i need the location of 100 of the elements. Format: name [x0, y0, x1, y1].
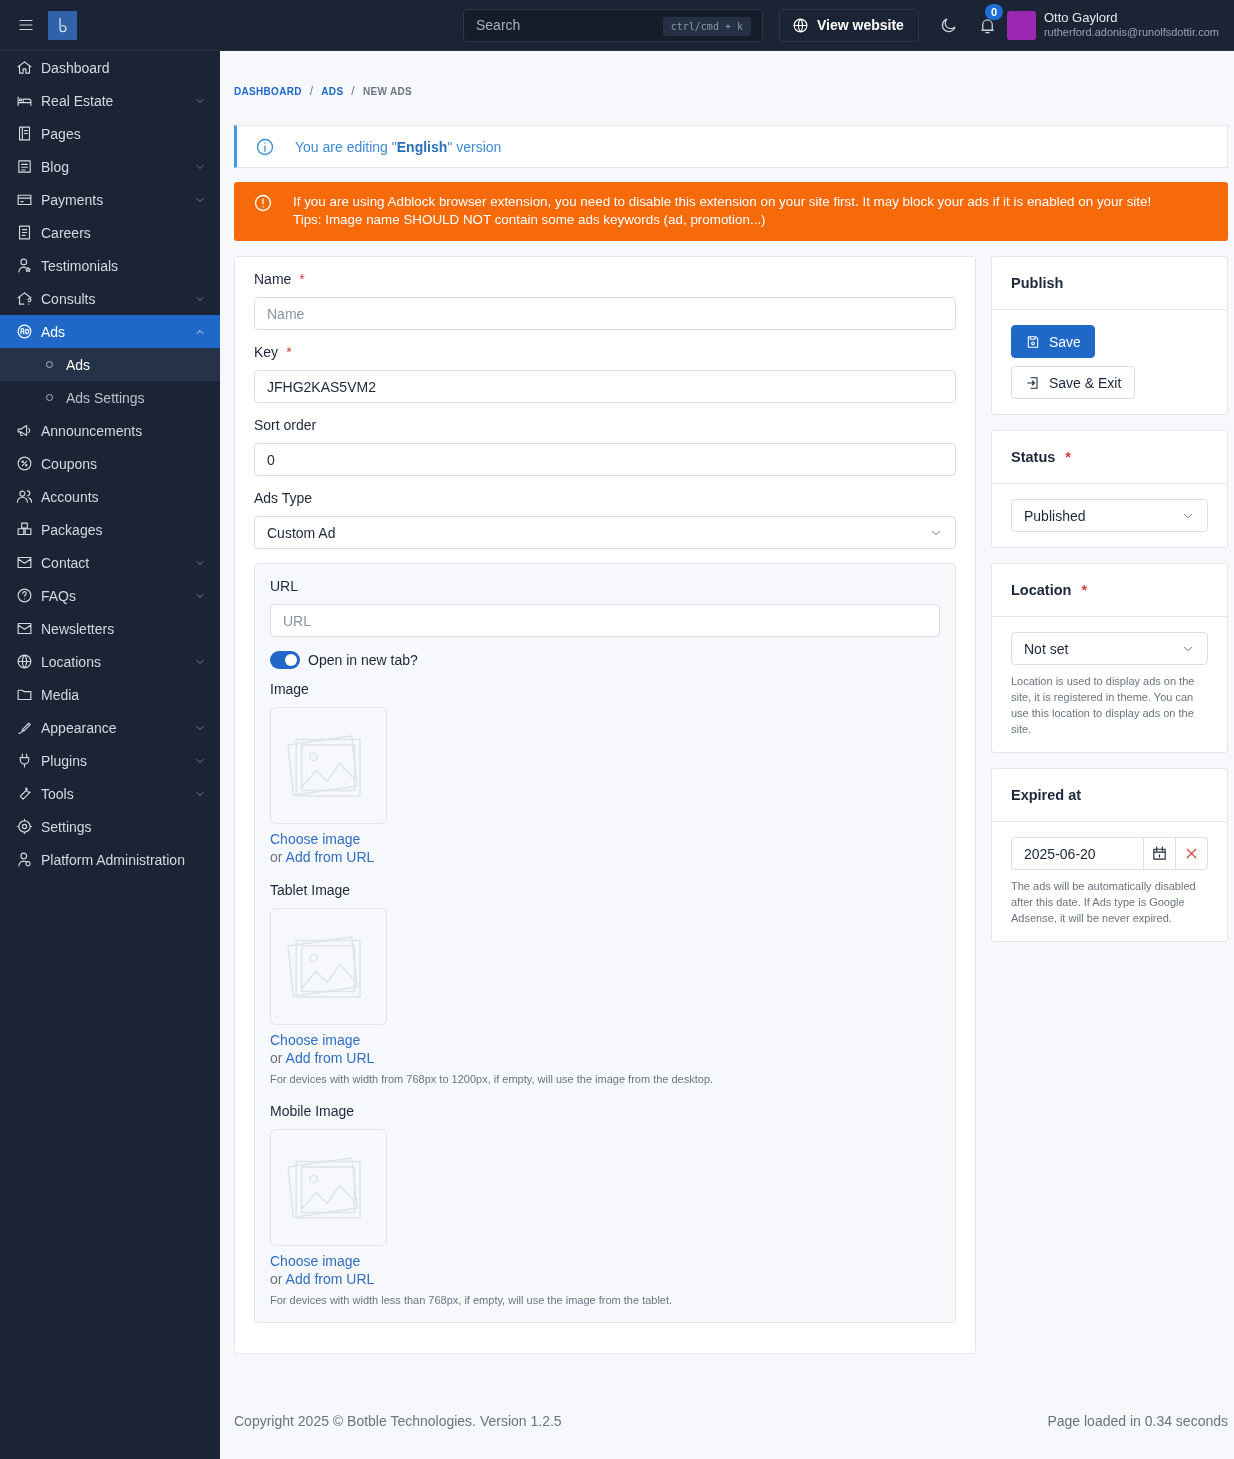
view-website-button[interactable]: View website: [779, 8, 919, 42]
calendar-icon[interactable]: [1144, 837, 1176, 870]
breadcrumb-current: NEW ADS: [363, 85, 412, 97]
load-time-text: Page loaded in 0.34 seconds: [1047, 1413, 1228, 1429]
floppy-icon: [1025, 333, 1041, 350]
field-label: Tablet Image: [270, 882, 351, 898]
choose-image-link[interactable]: Choose image: [270, 1031, 361, 1049]
add-from-url-link[interactable]: Add from URL: [285, 1050, 375, 1066]
megaphone-icon: [16, 422, 33, 439]
mail-icon: [16, 554, 33, 571]
select-field[interactable]: Published: [1011, 499, 1208, 532]
card-title: Location: [1011, 582, 1072, 598]
or-text: or: [270, 1050, 283, 1066]
field-label: Sort order: [254, 417, 317, 433]
logo-icon[interactable]: [48, 10, 77, 40]
avatar[interactable]: [1006, 10, 1036, 40]
help-icon: [16, 587, 33, 604]
sidebar-item[interactable]: Real Estate: [0, 84, 220, 117]
field-label: Name: [254, 271, 292, 287]
user-icon: [16, 257, 33, 274]
sidebar-item[interactable]: Announcements: [0, 414, 220, 447]
sidebar-item[interactable]: Media: [0, 678, 220, 711]
breadcrumb-separator: /: [351, 84, 355, 98]
or-text: or: [270, 849, 283, 865]
toggle-switch[interactable]: [270, 651, 300, 669]
home-icon: [16, 59, 33, 76]
warning-message: Tips: Image name SHOULD NOT contain some ads keywords (ad, promotion...): [293, 211, 767, 229]
document-icon: [16, 224, 33, 241]
notification-count: 0: [984, 3, 1004, 20]
sidebar-item[interactable]: Newsletters: [0, 612, 220, 645]
sidebar-item[interactable]: Locations: [0, 645, 220, 678]
sidebar-item[interactable]: Careers: [0, 216, 220, 249]
percent-icon: [16, 455, 33, 472]
sidebar-item[interactable]: Dashboard: [0, 51, 220, 84]
date-field[interactable]: 2025-06-20: [1011, 837, 1144, 870]
sidebar-item[interactable]: Platform Administration: [0, 843, 220, 876]
input-field[interactable]: JFHG2KAS5VM2: [254, 370, 956, 403]
required-mark: *: [1065, 449, 1071, 465]
sidebar-item[interactable]: Appearance: [0, 711, 220, 744]
help-text: For devices with width from 768px to 1200px, if empty, will use the image from the desktop.: [270, 1072, 714, 1087]
info-icon: [255, 136, 275, 157]
breadcrumb-separator: /: [309, 84, 314, 98]
sidebar-item[interactable]: Coupons: [0, 447, 220, 480]
info-message: You are editing "English" version: [295, 138, 502, 155]
select-field[interactable]: Custom Ad: [254, 516, 956, 549]
sidebar-item[interactable]: Pages: [0, 117, 220, 150]
help-text: For devices with width less than 768px, if empty, will use the image from the tablet.: [270, 1293, 673, 1308]
list-icon: [16, 158, 33, 175]
sidebar-item[interactable]: Tools: [0, 777, 220, 810]
input-field[interactable]: 0: [254, 443, 956, 476]
sidebar-item[interactable]: Plugins: [0, 744, 220, 777]
card-title: Status: [1011, 449, 1056, 465]
user-email: rutherford.adonis@runolfsdottir.com: [1043, 25, 1219, 40]
settings-icon: [16, 818, 33, 835]
sidebar-item[interactable]: Accounts: [0, 480, 220, 513]
sidebar-item[interactable]: Settings: [0, 810, 220, 843]
help-text: Location is used to display ads on the site, it is registered in theme. You can use this location to display ads on the site.: [1011, 674, 1196, 737]
save-exit-button[interactable]: Save & Exit: [1011, 366, 1136, 399]
help-text: The ads will be automatically disabled after this date. If Ads type is Google Adsense, it will be never expired.: [1011, 879, 1197, 926]
input-field[interactable]: URL: [270, 604, 940, 637]
sidebar-subitem[interactable]: Ads: [0, 348, 220, 381]
boxes-icon: [16, 521, 33, 538]
user-icon: [16, 851, 33, 868]
field-label: Ads Type: [254, 490, 313, 506]
or-text: or: [270, 1271, 283, 1287]
mail-icon: [16, 620, 33, 637]
book-icon: [16, 125, 33, 142]
users-icon: [16, 488, 33, 505]
sidebar-item[interactable]: Payments: [0, 183, 220, 216]
sidebar-item[interactable]: FAQs: [0, 579, 220, 612]
breadcrumb-link[interactable]: DASHBOARD: [234, 85, 302, 97]
sidebar-subitem[interactable]: Ads Settings: [0, 381, 220, 414]
choose-image-link[interactable]: Choose image: [270, 830, 361, 848]
save-button[interactable]: Save: [1011, 325, 1095, 358]
globe-icon: [16, 653, 33, 670]
add-from-url-link[interactable]: Add from URL: [285, 849, 375, 865]
breadcrumb-link[interactable]: ADS: [321, 85, 344, 97]
sidebar-item[interactable]: Ads: [0, 315, 220, 348]
home-icon: [16, 290, 33, 307]
field-label: URL: [270, 578, 298, 594]
warning-message: If you are using Adblock browser extension, you need to disable this extension on your site first. It may block your ads if it is enabled on your site!: [293, 193, 1152, 211]
exit-icon: [1025, 374, 1041, 391]
card-title: Expired at: [1011, 787, 1082, 803]
sidebar-item[interactable]: Testimonials: [0, 249, 220, 282]
field-label: Key: [254, 344, 279, 360]
required-mark: *: [299, 271, 305, 287]
toggle-label: Open in new tab?: [308, 652, 418, 668]
sidebar-item[interactable]: Consults: [0, 282, 220, 315]
sidebar-item[interactable]: Packages: [0, 513, 220, 546]
sidebar-item[interactable]: Blog: [0, 150, 220, 183]
select-field[interactable]: Not set: [1011, 632, 1208, 665]
sidebar-item[interactable]: Contact: [0, 546, 220, 579]
input-field[interactable]: Name: [254, 297, 956, 330]
required-mark: *: [1081, 582, 1088, 598]
add-from-url-link[interactable]: Add from URL: [285, 1271, 375, 1287]
globe-icon: [792, 16, 809, 34]
alert-icon: [253, 193, 273, 213]
choose-image-link[interactable]: Choose image: [270, 1252, 361, 1270]
card-title: Publish: [1011, 275, 1064, 291]
field-label: Image: [270, 681, 309, 697]
